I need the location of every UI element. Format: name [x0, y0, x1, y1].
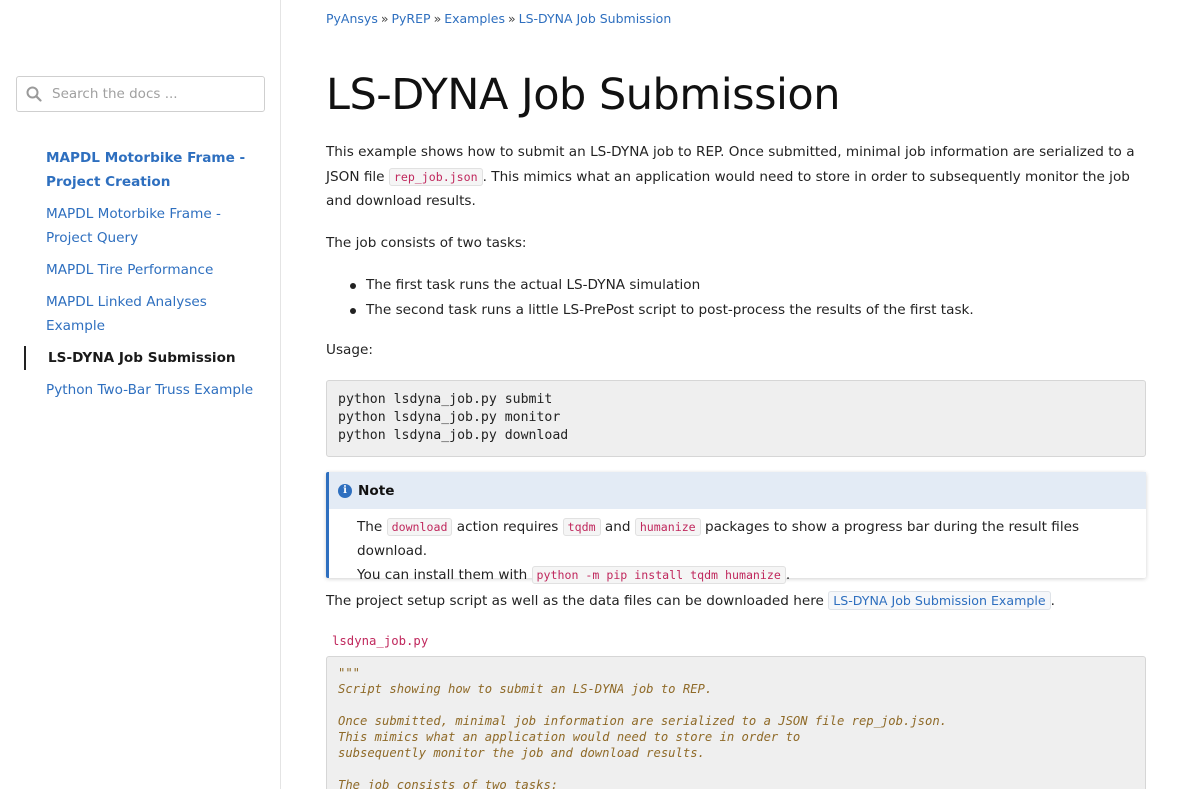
sidebar-nav: MAPDL Motorbike Frame - Project Creation… — [0, 146, 281, 410]
code-line: python lsdyna_job.py download — [338, 428, 569, 443]
note-admonition: i Note The download action requires tqdm… — [326, 472, 1146, 584]
source-code-block[interactable]: """ Script showing how to submit an LS-D… — [326, 656, 1146, 789]
sidebar-item-motorbike-creation[interactable]: MAPDL Motorbike Frame - Project Creation — [0, 146, 281, 194]
breadcrumb-current[interactable]: LS-DYNA Job Submission — [519, 11, 672, 26]
info-icon: i — [338, 483, 352, 498]
breadcrumb-examples[interactable]: Examples — [444, 11, 505, 26]
source-file-name: lsdyna_job.py — [332, 634, 429, 648]
list-item: The first task runs the actual LS-DYNA s… — [326, 273, 974, 298]
note-title: Note — [358, 482, 395, 499]
code-line: This mimics what an application would ne… — [338, 730, 801, 744]
usage-label: Usage: — [326, 342, 373, 358]
search-icon — [26, 86, 42, 102]
sidebar-item-lsdyna-job[interactable]: LS-DYNA Job Submission — [24, 346, 281, 370]
inline-code-pip-install: python -m pip install tqdm humanize — [531, 566, 786, 584]
code-line: python lsdyna_job.py monitor — [338, 410, 561, 425]
inline-code-rep-job: rep_job.json — [388, 167, 483, 186]
intro-paragraph: This example shows how to submit an LS-D… — [326, 144, 1135, 209]
inline-code-humanize: humanize — [634, 518, 701, 536]
sidebar-item-tire-performance[interactable]: MAPDL Tire Performance — [0, 258, 281, 282]
code-line: subsequently monitor the job and downloa… — [338, 746, 705, 760]
inline-code-download: download — [386, 518, 453, 536]
breadcrumb-pyansys[interactable]: PyAnsys — [326, 11, 378, 26]
sidebar-item-two-bar-truss[interactable]: Python Two-Bar Truss Example — [0, 378, 281, 402]
note-body: The download action requires tqdm and hu… — [357, 518, 1080, 584]
breadcrumb-pyrep[interactable]: PyREP — [392, 11, 431, 26]
inline-code-tqdm: tqdm — [562, 518, 601, 536]
code-line: python lsdyna_job.py submit — [338, 392, 553, 407]
list-item: The second task runs a little LS-PrePost… — [326, 298, 974, 323]
sidebar: MAPDL Motorbike Frame - Project Creation… — [0, 0, 281, 789]
page-title: LS-DYNA Job Submission — [326, 70, 841, 120]
search-input[interactable] — [52, 86, 252, 102]
task-list: The first task runs the actual LS-DYNA s… — [326, 273, 974, 323]
sidebar-item-linked-analyses[interactable]: MAPDL Linked Analyses Example — [0, 290, 281, 338]
code-line: Once submitted, minimal job information … — [338, 714, 948, 728]
code-line: The job consists of two tasks: — [338, 778, 559, 789]
sidebar-item-motorbike-query[interactable]: MAPDL Motorbike Frame - Project Query — [0, 202, 281, 250]
search-box[interactable] — [16, 76, 265, 112]
download-paragraph: The project setup script as well as the … — [326, 591, 1055, 610]
download-example-link[interactable]: LS-DYNA Job Submission Example — [828, 591, 1051, 610]
usage-code-block: python lsdyna_job.py submit python lsdyn… — [326, 380, 1146, 457]
code-line: Script showing how to submit an LS-DYNA … — [338, 682, 713, 696]
code-line: """ — [338, 666, 361, 680]
note-header: i Note — [329, 472, 1146, 509]
tasks-intro: The job consists of two tasks: — [326, 235, 527, 251]
breadcrumb: PyAnsys» PyREP» Examples» LS-DYNA Job Submi… — [326, 11, 672, 26]
